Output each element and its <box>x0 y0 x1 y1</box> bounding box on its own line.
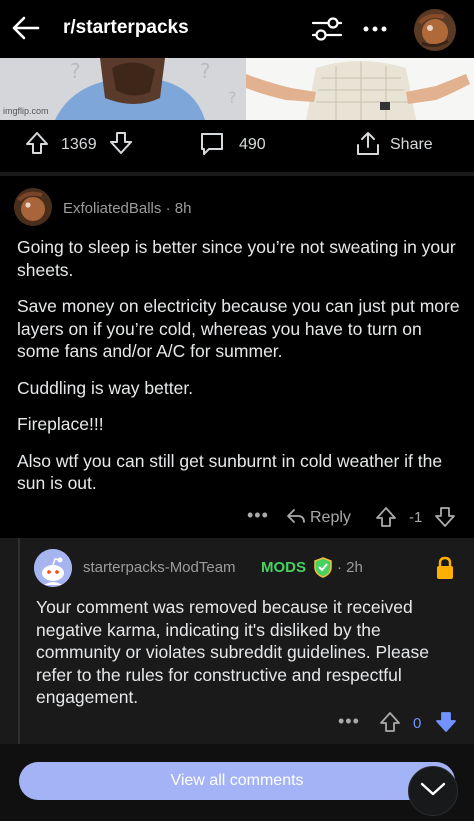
subreddit-title[interactable]: r/starterpacks <box>63 17 189 39</box>
share-icon[interactable] <box>354 130 382 163</box>
chevron-down-icon <box>420 781 446 802</box>
comment-bubble-icon[interactable] <box>198 130 226 163</box>
upvote-icon[interactable] <box>24 130 50 156</box>
comment-author-name[interactable]: ExfoliatedBalls <box>63 200 161 217</box>
mod-score: 0 <box>413 715 422 732</box>
comment-paragraph: Going to sleep is better since you’re no… <box>17 237 456 280</box>
svg-text:?: ? <box>70 59 81 83</box>
view-all-comments-button[interactable]: View all comments <box>19 762 455 800</box>
comment-paragraph: Cuddling is way better. <box>17 377 194 398</box>
more-options-icon[interactable] <box>360 14 390 44</box>
image-watermark: imgflip.com <box>3 106 49 116</box>
mod-reply-body: Your comment was removed because it rece… <box>36 597 429 707</box>
post-image[interactable]: ? ? ? imgflip.com <box>0 58 474 120</box>
mod-avatar[interactable] <box>34 549 72 587</box>
svg-text:?: ? <box>228 88 237 107</box>
commenter-avatar[interactable] <box>14 188 52 226</box>
comment-score: -1 <box>409 509 423 526</box>
mod-more-button[interactable]: ••• <box>338 711 360 732</box>
reply-arrow-icon[interactable] <box>286 507 306 525</box>
svg-text:?: ? <box>200 59 211 83</box>
thread-line[interactable] <box>18 538 20 744</box>
post-score: 1369 <box>61 136 97 153</box>
meme-right-panel <box>246 58 474 120</box>
top-bar: r/starterpacks <box>0 0 474 58</box>
comment-more-button[interactable]: ••• <box>247 505 269 526</box>
mod-downvote-icon[interactable] <box>435 711 457 733</box>
lock-icon <box>434 556 456 580</box>
scroll-down-button[interactable] <box>408 766 458 816</box>
user-avatar[interactable] <box>414 9 456 51</box>
comment-author[interactable]: ExfoliatedBalls · 8h <box>63 200 191 217</box>
mod-upvote-icon[interactable] <box>379 711 401 733</box>
comment-upvote-icon[interactable] <box>375 506 397 528</box>
comment-paragraph: Also wtf you can still get sunburnt in c… <box>17 450 443 494</box>
mods-badge: MODS <box>261 559 306 576</box>
mod-author-name[interactable]: starterpacks-ModTeam <box>83 559 236 576</box>
back-arrow-icon[interactable] <box>8 10 44 46</box>
share-label[interactable]: Share <box>390 136 433 154</box>
comment-age: · 8h <box>165 200 192 217</box>
downvote-icon[interactable] <box>108 130 134 161</box>
comment-paragraph: Save money on electricity because you ca… <box>17 296 460 361</box>
comment-paragraph: Fireplace!!! <box>17 414 104 434</box>
mod-reply-age: · 2h <box>337 559 363 576</box>
comment-count: 490 <box>239 136 266 153</box>
comment-downvote-icon[interactable] <box>434 506 456 528</box>
filter-icon[interactable] <box>310 14 344 44</box>
mod-shield-icon <box>313 557 333 578</box>
reply-button[interactable]: Reply <box>310 509 351 527</box>
comment-body: Going to sleep is better since you’re no… <box>17 236 463 509</box>
